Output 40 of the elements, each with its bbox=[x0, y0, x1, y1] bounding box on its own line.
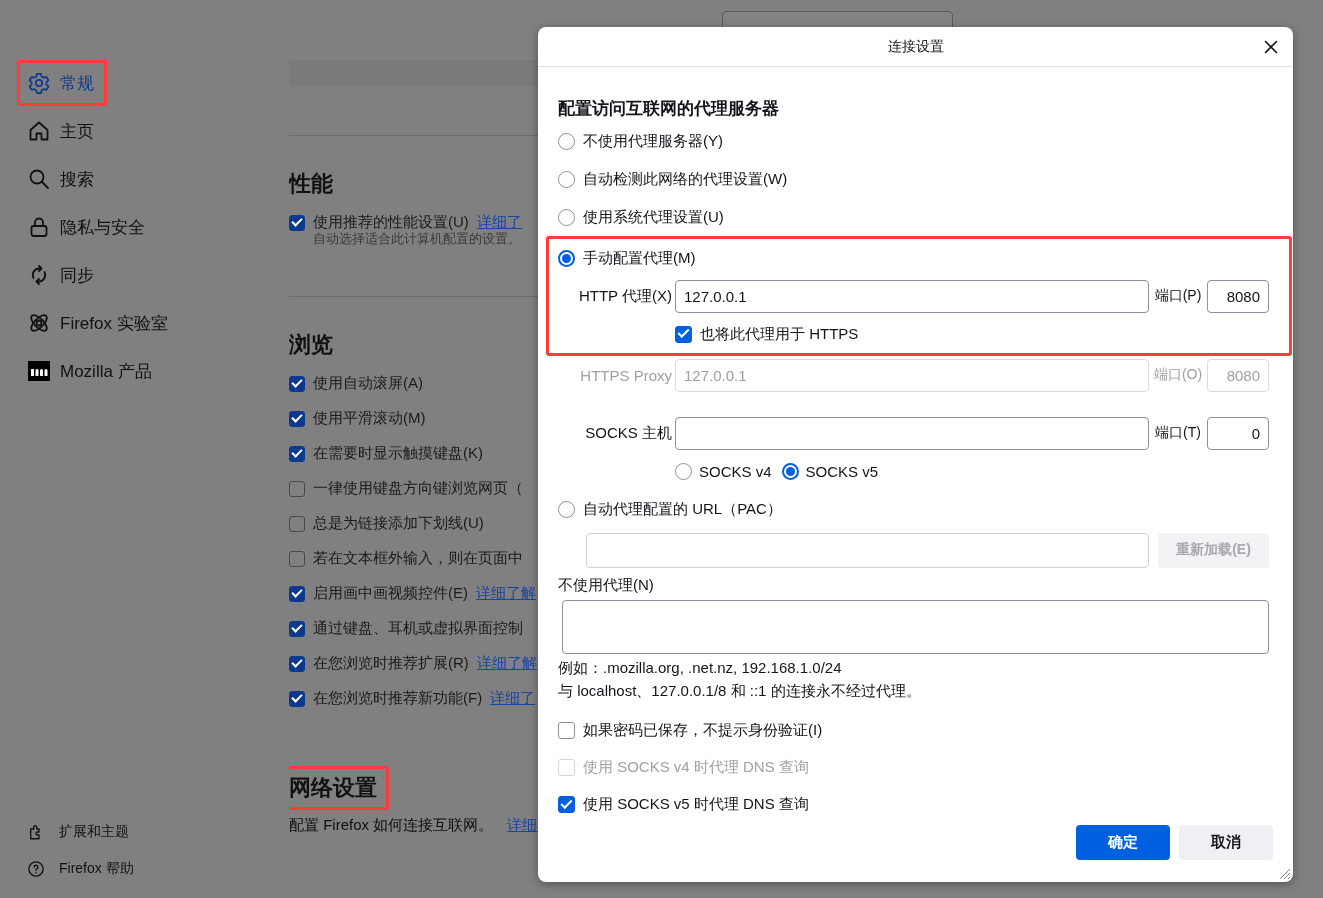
radio-label: 自动代理配置的 URL（PAC） bbox=[583, 499, 782, 519]
port-label: 端口(T) bbox=[1154, 424, 1202, 442]
dialog-title: 连接设置 bbox=[887, 37, 944, 56]
text-field: 127.0.0.1 bbox=[675, 358, 1149, 392]
field-label: HTTP 代理(X) bbox=[577, 286, 673, 306]
hint-text: 与 localhost、127.0.0.1/8 和 ::1 的连接永不经过代理。 bbox=[558, 681, 921, 701]
checkbox-label: 也将此代理用于 HTTPS bbox=[700, 324, 859, 344]
section-description: 配置 Firefox 如何连接互联网。 bbox=[289, 816, 494, 835]
option-label: 启用画中画视频控件(E) bbox=[313, 584, 468, 603]
section-heading: 浏览 bbox=[289, 331, 333, 359]
radio-label: SOCKS v5 bbox=[805, 462, 879, 480]
port-label: 端口(O) bbox=[1152, 366, 1204, 384]
radio-label: 自动检测此网络的代理设置(W) bbox=[583, 169, 788, 189]
option-label: 一律使用键盘方向键浏览网页（ bbox=[313, 479, 523, 498]
radio-label: SOCKS v4 bbox=[699, 462, 772, 480]
radio-label: 手动配置代理(M) bbox=[583, 248, 696, 268]
checkbox-label: 使用 SOCKS v4 时代理 DNS 查询 bbox=[583, 758, 809, 777]
port-label: 端口(P) bbox=[1153, 287, 1203, 305]
radio-label: 不使用代理服务器(Y) bbox=[583, 131, 723, 151]
option-label: 通过键盘、耳机或虚拟界面控制 bbox=[313, 619, 523, 638]
checkbox-label: 使用 SOCKS v5 时代理 DNS 查询 bbox=[583, 795, 809, 814]
reload-button: 重新加载(E) bbox=[1158, 532, 1269, 568]
section-heading: 网络设置 bbox=[289, 766, 389, 810]
hint-text: 例如：.mozilla.org, .net.nz, 192.168.1.0/24 bbox=[558, 658, 842, 678]
option-description: 自动选择适合此计算机配置的设置。 bbox=[313, 230, 521, 248]
option-label: 使用自动滚屏(A) bbox=[313, 374, 423, 393]
port-field: 8080 bbox=[1207, 358, 1269, 392]
field-label: 不使用代理(N) bbox=[558, 575, 654, 595]
option-label: 在您浏览时推荐扩展(R) bbox=[313, 654, 469, 673]
field-label: HTTPS Proxy bbox=[579, 366, 673, 384]
option-label: 使用推荐的性能设置(U) bbox=[313, 213, 469, 232]
field-label: SOCKS 主机 bbox=[584, 423, 673, 443]
dialog-heading: 配置访问互联网的代理服务器 bbox=[558, 98, 779, 120]
option-label: 若在文本框外输入，则在页面中 bbox=[313, 549, 523, 568]
checkbox-label: 如果密码已保存，不提示身份验证(I) bbox=[583, 721, 823, 740]
option-label: 使用平滑滚动(M) bbox=[313, 409, 426, 428]
radio-label: 使用系统代理设置(U) bbox=[583, 207, 724, 227]
option-label: 总是为链接添加下划线(U) bbox=[313, 514, 484, 533]
option-label: 在您浏览时推荐新功能(F) bbox=[313, 689, 483, 708]
option-label: 在需要时显示触摸键盘(K) bbox=[313, 444, 483, 463]
